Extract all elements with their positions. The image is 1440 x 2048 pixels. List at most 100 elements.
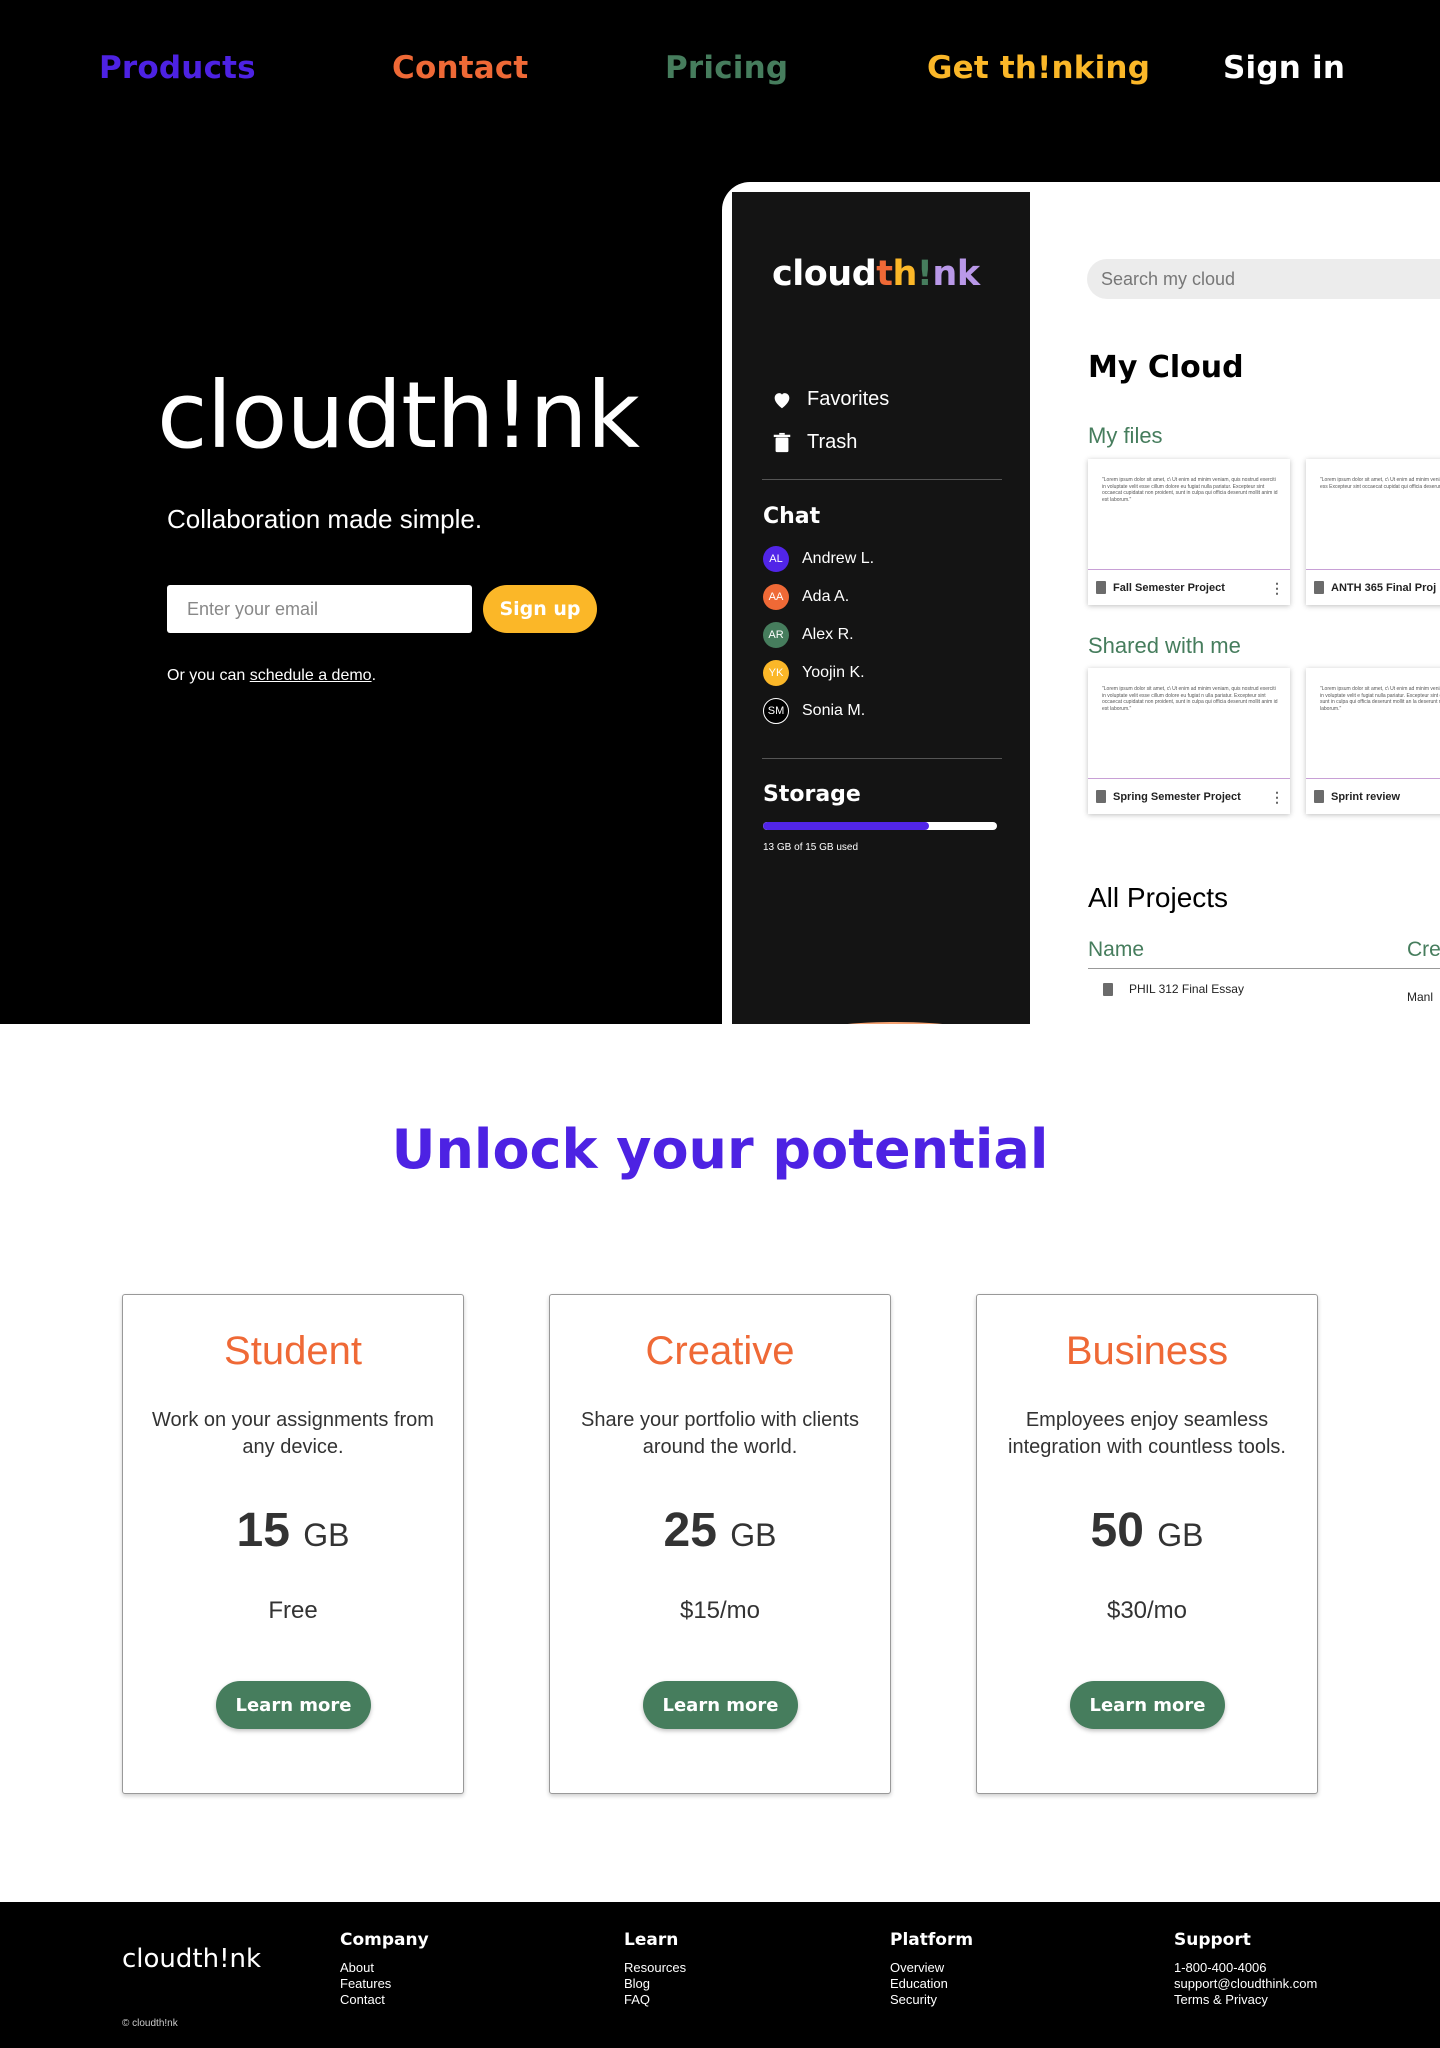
plan-name: Student	[224, 1329, 362, 1373]
plan-storage-value: 25	[663, 1504, 717, 1557]
plan-card-business: Business Employees enjoy seamless integr…	[976, 1294, 1318, 1794]
footer: cloudth!nk © cloudth!nk Company About Fe…	[0, 1902, 1440, 2048]
sidebar-divider	[762, 479, 1002, 480]
app-sidebar: cloudth!nk Favorites Trash Chat AL Andre…	[732, 192, 1030, 1024]
footer-link-security[interactable]: Security	[890, 1992, 973, 2008]
avatar: AR	[763, 622, 789, 648]
footer-email[interactable]: support@cloudthink.com	[1174, 1976, 1317, 1992]
sidebar-item-label: Favorites	[807, 388, 890, 410]
app-logo-part: !	[916, 254, 933, 294]
chat-item[interactable]: YK Yoojin K.	[763, 660, 865, 686]
file-name: Fall Semester Project	[1113, 581, 1225, 594]
learn-more-button[interactable]: Learn more	[643, 1681, 798, 1729]
chat-item[interactable]: AR Alex R.	[763, 622, 854, 648]
chat-item[interactable]: AL Andrew L.	[763, 546, 874, 572]
footer-link-terms[interactable]: Terms & Privacy	[1174, 1992, 1317, 2008]
plan-storage-unit: GB	[1157, 1517, 1204, 1553]
footer-link-overview[interactable]: Overview	[890, 1960, 973, 1976]
footer-link-about[interactable]: About	[340, 1960, 429, 1976]
cloud-search-input[interactable]: Search my cloud	[1087, 259, 1440, 299]
demo-suffix: .	[371, 667, 377, 684]
signup-button[interactable]: Sign up	[483, 585, 597, 633]
plan-storage-value: 50	[1090, 1504, 1144, 1557]
footer-link-resources[interactable]: Resources	[624, 1960, 686, 1976]
my-cloud-title: My Cloud	[1088, 350, 1244, 385]
file-card[interactable]: "Lorem ipsum dolor sit amet, c\ Ut enim …	[1088, 668, 1290, 814]
footer-col-company: Company About Features Contact	[340, 1930, 429, 2008]
footer-link-contact[interactable]: Contact	[340, 1992, 429, 2008]
app-logo-part: k	[956, 254, 980, 294]
chat-item[interactable]: SM Sonia M.	[763, 698, 865, 724]
learn-more-button[interactable]: Learn more	[216, 1681, 371, 1729]
avatar: YK	[763, 660, 789, 686]
app-logo: cloudth!nk	[772, 254, 980, 294]
more-icon[interactable]: ⋮	[1270, 580, 1284, 597]
chat-name: Sonia M.	[802, 702, 866, 719]
schedule-demo-link[interactable]: schedule a demo	[250, 667, 372, 684]
nav-pricing[interactable]: Pricing	[665, 50, 788, 86]
plan-storage: 15 GB	[123, 1503, 463, 1558]
footer-phone[interactable]: 1-800-400-4006	[1174, 1960, 1317, 1976]
table-row[interactable]: PHIL 312 Final Essay	[1103, 982, 1244, 996]
app-logo-part: cloud	[772, 254, 877, 294]
avatar: AA	[763, 584, 789, 610]
file-preview: "Lorem ipsum dolor sit amet, c\ Ut enim …	[1320, 686, 1440, 712]
storage-fill	[763, 822, 930, 830]
plan-name: Business	[1065, 1329, 1229, 1373]
plan-price: Free	[268, 1597, 318, 1624]
document-icon	[1096, 790, 1106, 803]
footer-link-features[interactable]: Features	[340, 1976, 429, 1992]
file-name: Sprint review	[1331, 790, 1401, 803]
plans-heading: Unlock your potential	[391, 1118, 1049, 1181]
file-card[interactable]: "Lorem ipsum dolor sit amet, c\ Ut enim …	[1088, 459, 1290, 605]
plan-description: Employees enjoy seamless integration wit…	[1008, 1409, 1286, 1458]
more-icon[interactable]: ⋮	[1270, 789, 1284, 806]
all-projects-title: All Projects	[1088, 882, 1229, 913]
document-icon	[1314, 790, 1324, 803]
file-name: Spring Semester Project	[1113, 790, 1241, 803]
hero-logo: cloudth!nk	[157, 362, 640, 469]
my-files-heading: My files	[1088, 423, 1163, 448]
plan-storage: 25 GB	[550, 1503, 890, 1558]
plan-description: Share your portfolio with clients around…	[581, 1409, 859, 1458]
email-input[interactable]	[167, 585, 472, 633]
chat-name: Yoojin K.	[802, 664, 865, 681]
table-divider	[1088, 968, 1440, 969]
footer-link-education[interactable]: Education	[890, 1976, 973, 1992]
plan-card-creative: Creative Share your portfolio with clien…	[549, 1294, 891, 1794]
footer-link-faq[interactable]: FAQ	[624, 1992, 686, 2008]
app-logo-part: n	[932, 254, 957, 294]
footer-heading: Company	[340, 1930, 429, 1950]
document-icon	[1103, 982, 1113, 996]
table-header-created[interactable]: Cre	[1407, 938, 1440, 962]
sidebar-item-favorites[interactable]: Favorites	[771, 388, 889, 411]
nav-products[interactable]: Products	[99, 50, 256, 86]
document-icon	[1096, 581, 1106, 594]
chat-name: Ada A.	[802, 588, 850, 605]
app-preview: cloudth!nk Favorites Trash Chat AL Andre…	[722, 182, 1440, 1024]
footer-link-blog[interactable]: Blog	[624, 1976, 686, 1992]
project-created: Manl	[1407, 990, 1434, 1004]
chat-heading: Chat	[763, 504, 821, 529]
file-footer: Sprint review	[1306, 778, 1440, 814]
nav-contact[interactable]: Contact	[392, 50, 528, 86]
storage-text: 13 GB of 15 GB used	[763, 842, 859, 853]
app-logo-part: h	[892, 254, 918, 294]
file-card[interactable]: "Lorem ipsum dolor sit amet, c\ Ut enim …	[1306, 459, 1440, 605]
plan-price: $15/mo	[679, 1597, 761, 1624]
nav-sign-in[interactable]: Sign in	[1223, 50, 1345, 86]
file-footer: ANTH 365 Final Proj	[1306, 569, 1440, 605]
plan-storage-unit: GB	[303, 1517, 350, 1553]
app-logo-part: t	[876, 254, 893, 294]
footer-col-learn: Learn Resources Blog FAQ	[624, 1930, 686, 2008]
file-card[interactable]: "Lorem ipsum dolor sit amet, c\ Ut enim …	[1306, 668, 1440, 814]
file-name: ANTH 365 Final Proj	[1331, 581, 1437, 594]
chat-item[interactable]: AA Ada A.	[763, 584, 849, 610]
plan-card-student: Student Work on your assignments from an…	[122, 1294, 464, 1794]
footer-logo: cloudth!nk	[122, 1944, 262, 1974]
sidebar-item-trash[interactable]: Trash	[771, 431, 857, 454]
nav-get-thinking[interactable]: Get th!nking	[927, 50, 1150, 86]
demo-line: Or you can schedule a demo.	[167, 667, 376, 685]
table-header-name[interactable]: Name	[1088, 938, 1144, 962]
learn-more-button[interactable]: Learn more	[1070, 1681, 1225, 1729]
